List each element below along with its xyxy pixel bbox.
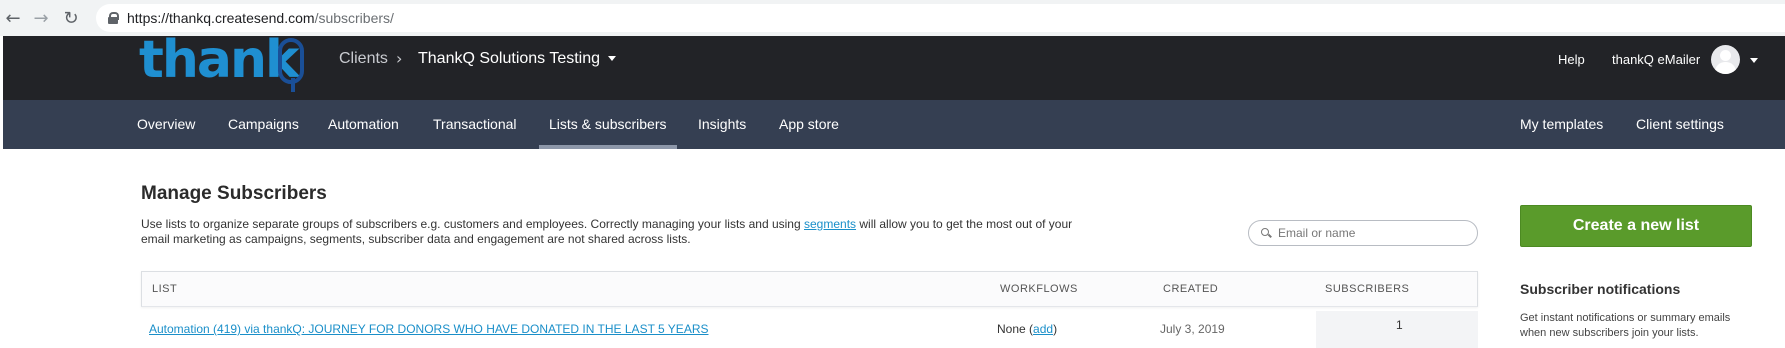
nav-lists-subscribers[interactable]: Lists & subscribers bbox=[549, 116, 666, 132]
column-header-workflows[interactable]: WORKFLOWS bbox=[1000, 283, 1078, 295]
search-icon bbox=[1261, 228, 1271, 238]
avatar-head bbox=[1720, 50, 1731, 61]
subscriber-count: 1 bbox=[1396, 318, 1403, 332]
subscriber-search[interactable] bbox=[1248, 220, 1478, 246]
back-arrow-icon[interactable]: ← bbox=[2, 7, 24, 29]
nav-my-templates[interactable]: My templates bbox=[1520, 116, 1603, 132]
segments-link[interactable]: segments bbox=[804, 217, 856, 231]
intro-text-start: Use lists to organize separate groups of… bbox=[141, 217, 804, 231]
client-switcher[interactable]: ThankQ Solutions Testing bbox=[418, 50, 617, 68]
url-path: /subscribers/ bbox=[314, 10, 394, 26]
user-menu-name[interactable]: thankQ eMailer bbox=[1612, 52, 1700, 67]
avatar[interactable] bbox=[1711, 45, 1740, 74]
subscriber-notifications-text: Get instant notifications or summary ema… bbox=[1520, 312, 1731, 339]
workflows-cell: None (add) bbox=[997, 322, 1057, 336]
forward-arrow-icon[interactable]: → bbox=[30, 7, 52, 29]
column-header-subscribers[interactable]: SUBSCRIBERS bbox=[1325, 283, 1409, 295]
nav-app-store[interactable]: App store bbox=[779, 116, 839, 132]
workflows-none: None ( bbox=[997, 322, 1034, 336]
help-link[interactable]: Help bbox=[1558, 52, 1585, 67]
address-bar[interactable]: https://thankq.createsend.com/subscriber… bbox=[96, 4, 1785, 32]
user-menu-chevron-icon[interactable] bbox=[1750, 58, 1758, 63]
nav-automation[interactable]: Automation bbox=[328, 116, 399, 132]
avatar-body bbox=[1715, 62, 1736, 74]
nav-insights[interactable]: Insights bbox=[698, 116, 746, 132]
page-title: Manage Subscribers bbox=[141, 183, 327, 204]
column-header-list[interactable]: LIST bbox=[152, 283, 177, 295]
nav-overview[interactable]: Overview bbox=[137, 116, 195, 132]
workflows-close-paren: ) bbox=[1053, 322, 1058, 336]
nav-campaigns[interactable]: Campaigns bbox=[228, 116, 299, 132]
reload-icon[interactable]: ↻ bbox=[60, 7, 82, 29]
lock-icon bbox=[108, 12, 119, 24]
url-host: https://thankq.createsend.com bbox=[127, 10, 315, 26]
logo-q-tail bbox=[291, 78, 295, 92]
nav-transactional[interactable]: Transactional bbox=[433, 116, 517, 132]
list-name-link[interactable]: Automation (419) via thankQ: JOURNEY FOR… bbox=[149, 322, 709, 336]
intro-text: Use lists to organize separate groups of… bbox=[141, 217, 1081, 247]
column-header-created[interactable]: CREATED bbox=[1163, 283, 1218, 295]
client-name: ThankQ Solutions Testing bbox=[418, 50, 601, 67]
subscriber-notifications-title: Subscriber notifications bbox=[1520, 281, 1681, 297]
breadcrumb-chevron-icon: › bbox=[396, 49, 403, 68]
breadcrumb-clients[interactable]: Clients bbox=[339, 50, 388, 68]
thankq-logo[interactable]: thank bbox=[139, 36, 319, 100]
table-header bbox=[141, 271, 1478, 307]
logo-text: thank bbox=[139, 36, 300, 90]
create-new-list-button[interactable]: Create a new list bbox=[1520, 205, 1752, 247]
created-date: July 3, 2019 bbox=[1160, 322, 1225, 336]
nav-active-indicator bbox=[539, 145, 677, 149]
chevron-down-icon bbox=[608, 56, 617, 62]
nav-client-settings[interactable]: Client settings bbox=[1636, 116, 1724, 132]
browser-toolbar: ← → ↻ https://thankq.createsend.com/subs… bbox=[0, 0, 1785, 36]
search-input[interactable] bbox=[1278, 226, 1458, 240]
add-workflow-link[interactable]: add bbox=[1033, 322, 1053, 336]
